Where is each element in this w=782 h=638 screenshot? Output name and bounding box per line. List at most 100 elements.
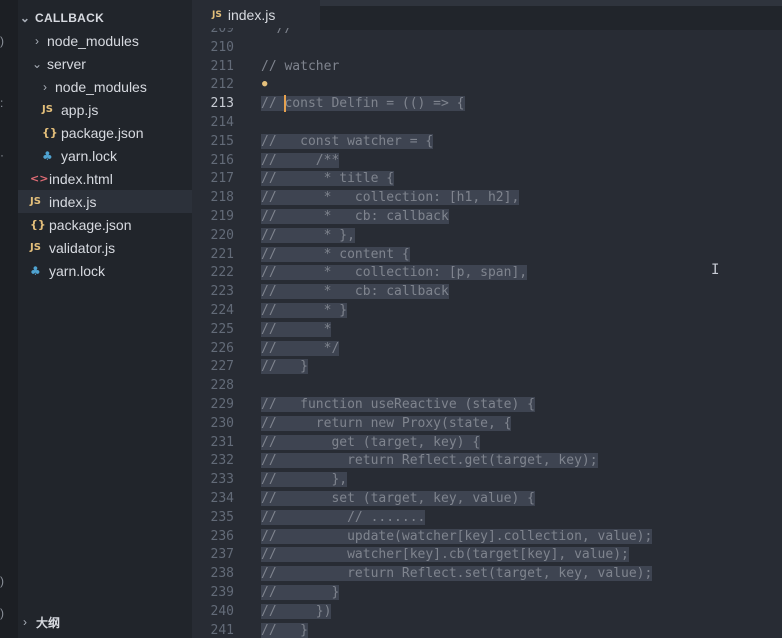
code-line: 224 // * } [192,301,782,320]
code-text: // * }, [261,227,355,243]
code-text: // * cb: callback [261,209,449,224]
tree-item-label: yarn.lock [49,262,106,279]
tree-item[interactable]: {} package.json [18,121,192,144]
code-text-wrapper: // * collection: [p, span], [261,263,528,282]
code-line: 216 // /** [192,151,782,170]
code-line: 235 // // ....... [192,508,782,527]
code-area[interactable]: 209 //210 211// watcher 212 ● 213// const De… [192,28,782,638]
chevron-down-icon: ⌄ [31,56,43,71]
code-text: // const Delfin = (() => { [261,96,465,112]
code-text: // set (target, key, value) { [261,491,535,506]
tree-item-label: node_modules [47,32,139,49]
code-line: 226 // */ [192,339,782,358]
tree-item[interactable]: › node_modules [18,75,192,98]
yarn-file-icon: ♣ [30,263,41,278]
code-line: 214 [192,113,782,132]
line-number: 215 [210,133,234,149]
tab-index-js[interactable]: JS index.js [192,0,320,30]
vscode-window: ) : · ) ) ⌄ CALLBACK › node_modules ⌄ serve… [0,0,782,638]
code-text-wrapper: // function useReactive (state) { [261,395,535,414]
code-text-wrapper: // * collection: [h1, h2], [261,188,520,207]
activity-icon[interactable]: ) [0,34,10,48]
code-text: // /** [261,152,340,168]
tree-item[interactable]: ♣ yarn.lock [18,144,192,167]
code-text: // watcher[key].cb(target[key], value); [261,547,629,563]
code-text-wrapper: // const Delfin = (() => { [261,94,465,113]
code-line: 212 ● [192,75,782,94]
code-text: // * cb: callback [261,284,449,300]
code-text-wrapper: // watcher [261,57,339,76]
code-text-wrapper: // /** [261,151,340,170]
tab-label: index.js [227,7,276,23]
code-line: 217 // * title { [192,169,782,188]
code-line: 219 // * cb: callback [192,207,782,226]
line-number: 231 [210,434,234,450]
explorer-root-folder[interactable]: ⌄ CALLBACK [18,6,192,29]
line-number: 209 [210,28,234,36]
code-text-wrapper: // }, [261,470,348,489]
code-line: 211 // watcher [192,57,782,76]
json-file-icon: {} [42,126,58,139]
line-number: 234 [210,491,234,506]
code-text: // watcher [261,58,340,74]
code-text: // * collection: [h1, h2], [261,190,520,206]
outline-section[interactable]: › 大纲 [18,610,192,634]
line-number: 223 [210,284,234,300]
code-text-wrapper: // get (target, key) { [261,433,481,452]
line-number: 212 [210,77,234,93]
code-line: 240 // }) [192,602,782,621]
tree-item[interactable]: JS validator.js [18,236,192,259]
line-number: 236 [210,528,234,544]
lightbulb-icon[interactable]: ● [262,75,267,94]
line-number: 218 [210,190,234,206]
code-text: // */ [261,340,340,356]
line-number: 235 [210,509,234,525]
js-file-icon: JS [42,104,53,115]
code-text-wrapper: // * cb: callback [261,282,449,301]
code-line: 233 // }, [192,470,782,489]
tree-item[interactable]: › node_modules [18,29,192,52]
tree-item[interactable]: {} package.json [18,213,192,236]
explorer-root-label: CALLBACK [35,10,105,25]
code-text: // } [261,585,340,600]
code-line: 239 // } [192,583,782,602]
horizontal-scrollbar[interactable] [320,0,782,6]
editor-pane: JS index.js 209 //210 211// watcher 212 ● 21… [192,0,782,638]
tree-item[interactable]: <> index.html [18,167,192,190]
code-text-wrapper: // } [261,357,308,376]
code-text-wrapper: // set (target, key, value) { [261,489,535,508]
tree-item[interactable]: ⌄ server [18,52,192,75]
tree-item[interactable]: JS index.js [18,190,192,213]
yarn-file-icon: ♣ [42,148,53,163]
line-number: 220 [210,227,234,243]
js-file-icon: JS [30,196,41,207]
tree-item[interactable]: ♣ yarn.lock [18,259,192,282]
code-text: // * } [261,303,348,318]
explorer-sidebar: ⌄ CALLBACK › node_modules ⌄ server › node_mod… [18,0,192,638]
code-text: // }, [261,472,348,488]
code-text-wrapper: // }) [261,602,332,621]
text-caret [284,95,286,113]
activity-icon[interactable]: ) [0,606,10,620]
line-number: 233 [210,472,234,488]
code-text-wrapper: // * [261,320,332,339]
code-line: 236 // update(watcher[key].collection, va… [192,527,782,546]
activity-icon[interactable]: · [0,148,10,162]
activity-icon[interactable]: : [0,96,10,110]
code-line: 229 // function useReactive (state) { [192,395,782,414]
tree-item-label: index.js [49,193,97,210]
line-number: 221 [210,246,234,262]
activity-icon[interactable]: ) [0,574,10,588]
tree-item-label: server [47,55,86,72]
code-line: 241 // } [192,621,782,638]
code-text: // [261,28,293,36]
code-text-wrapper: // return Reflect.get(target, key); [261,451,598,470]
code-line: 231 // get (target, key) { [192,433,782,452]
code-line: 237 // watcher[key].cb(target[key], value… [192,545,782,564]
code-line: 228 [192,376,782,395]
tree-item[interactable]: JS app.js [18,98,192,121]
html-file-icon: <> [30,172,49,185]
code-text-wrapper: // watcher[key].cb(target[key], value); [261,545,629,564]
line-number: 217 [210,171,234,187]
code-line: 227 // } [192,357,782,376]
